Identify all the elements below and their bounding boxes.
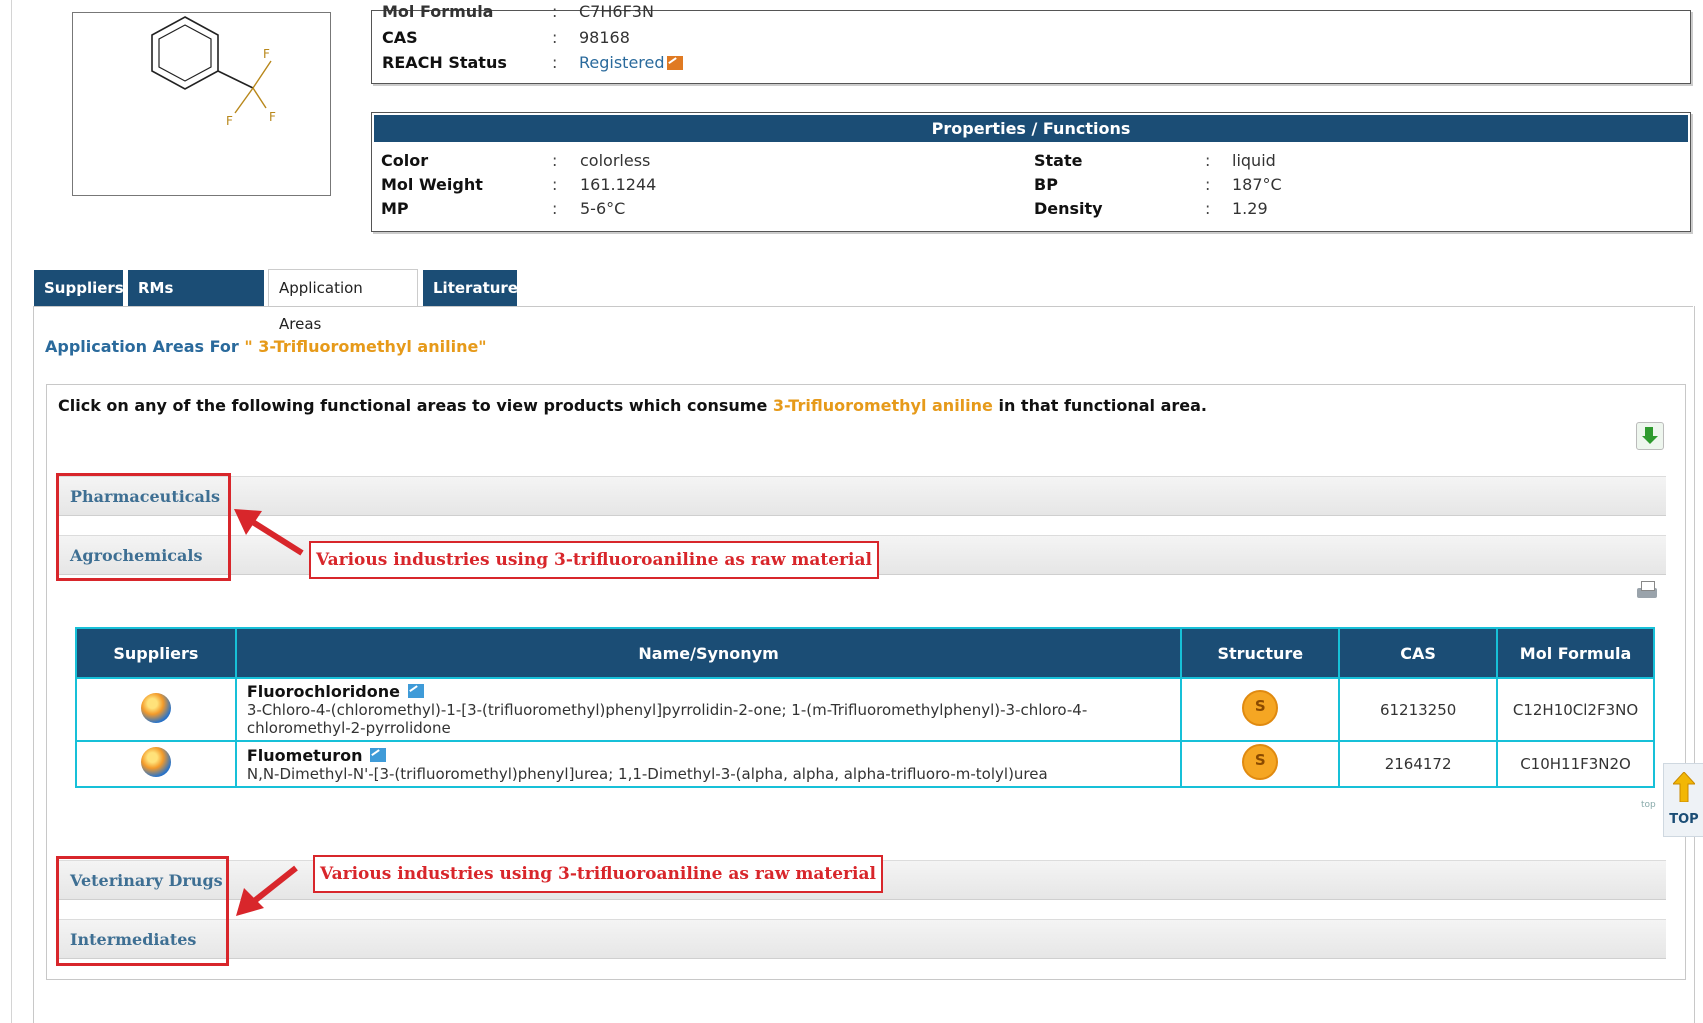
fluorine-label: F (269, 110, 276, 124)
colon: : (552, 2, 558, 18)
heading-prefix: Application Areas For (45, 337, 239, 356)
reach-status-label: REACH Status (382, 53, 507, 72)
product-name[interactable]: Fluometuron (247, 746, 363, 765)
structure-icon[interactable] (1242, 744, 1279, 780)
color-value: colorless (580, 151, 651, 170)
density-label: Density (1034, 199, 1103, 218)
color-label: Color (381, 151, 429, 170)
up-arrow-icon (1673, 772, 1695, 802)
instruction-chemical: 3-Trifluoromethyl aniline (772, 396, 993, 415)
column-header-name[interactable]: Name/Synonym (234, 627, 1183, 679)
fluorine-label: F (263, 47, 270, 61)
suppliers-cell (75, 740, 237, 788)
small-top-link[interactable]: top (1641, 800, 1656, 810)
product-synonyms: 3-Chloro-4-(chloromethyl)-1-[3-(trifluor… (246, 701, 1088, 737)
name-cell: Fluorochloridone 3-Chloro-4-(chloromethy… (234, 677, 1183, 742)
mp-label: MP (381, 199, 409, 218)
instruction-text: Click on any of the following functional… (58, 396, 1207, 415)
properties-title: Properties / Functions (374, 115, 1688, 142)
properties-panel: Properties / Functions Color : colorless… (371, 112, 1691, 232)
column-header-cas[interactable]: CAS (1338, 627, 1499, 679)
annotation-highlight-box (56, 473, 231, 581)
bp-value: 187°C (1232, 175, 1282, 194)
formula-cell: C12H10Cl2F3NO (1496, 677, 1655, 742)
external-link-icon[interactable] (407, 684, 424, 698)
mol-weight-value: 161.1244 (580, 175, 657, 194)
structure-cell (1180, 740, 1341, 788)
mol-weight-label: Mol Weight (381, 175, 483, 194)
print-icon[interactable] (1635, 580, 1659, 602)
external-link-icon[interactable] (370, 747, 387, 762)
colon: : (552, 199, 558, 218)
mol-formula-row-clipped: Mol Formula : C7H6F3N (372, 0, 1690, 18)
tab-suppliers[interactable]: Suppliers (34, 270, 124, 306)
structure-image: F F F (72, 12, 331, 196)
tab-rms-consumed[interactable]: RMs Consumed (128, 270, 264, 333)
download-icon[interactable] (1636, 422, 1664, 450)
annotation-arrow-icon (236, 865, 298, 916)
reach-status-link[interactable]: Registered (579, 53, 683, 72)
colon: : (1205, 175, 1211, 194)
instruction-prefix: Click on any of the following functional… (58, 396, 768, 415)
product-synonyms: N,N-Dimethyl-N'-[3-(trifluoromethyl)phen… (246, 764, 1048, 783)
mp-value: 5-6°C (580, 199, 626, 218)
cas-label: CAS (382, 28, 418, 47)
structure-cell (1180, 677, 1341, 742)
cas-cell: 2164172 (1338, 740, 1499, 788)
table-row: Fluometuron N,N-Dimethyl-N'-[3-(trifluor… (75, 740, 1655, 788)
products-table: Suppliers Name/Synonym Structure CAS Mol… (75, 627, 1655, 788)
annotation-callout: Various industries using 3-trifluoroanil… (309, 541, 879, 579)
identity-panel: Mol Formula : C7H6F3N CAS : 98168 REACH … (371, 2, 1691, 84)
mol-formula-value: C7H6F3N (579, 2, 654, 18)
colon: : (552, 28, 558, 47)
application-areas-heading: Application Areas For " 3-Trifluoromethy… (45, 337, 487, 356)
fluorine-label: F (226, 114, 233, 128)
cas-cell: 61213250 (1338, 677, 1499, 742)
colon: : (552, 175, 558, 194)
colon: : (552, 151, 558, 170)
colon: : (1205, 151, 1211, 170)
benzotrifluoride-structure-drawing: F F F (151, 16, 276, 128)
annotation-highlight-box (56, 856, 229, 966)
column-header-suppliers[interactable]: Suppliers (75, 627, 237, 679)
bp-label: BP (1034, 175, 1058, 194)
mol-formula-label: Mol Formula (382, 2, 494, 18)
external-link-icon[interactable] (666, 56, 683, 70)
top-label: TOP (1669, 812, 1699, 827)
back-to-top-button[interactable]: TOP (1663, 763, 1703, 837)
table-header-row: Suppliers Name/Synonym Structure CAS Mol… (75, 627, 1655, 679)
reach-status-value: Registered (579, 53, 665, 72)
state-value: liquid (1232, 151, 1276, 170)
tab-literature[interactable]: Literature (423, 270, 518, 306)
globe-icon[interactable] (140, 747, 171, 777)
tab-application-areas[interactable]: Application Areas (268, 269, 418, 333)
colon: : (552, 53, 558, 72)
suppliers-cell (75, 677, 237, 742)
table-row: Fluorochloridone 3-Chloro-4-(chloromethy… (75, 677, 1655, 742)
state-label: State (1034, 151, 1083, 170)
colon: : (1205, 199, 1211, 218)
globe-icon[interactable] (140, 692, 171, 723)
annotation-arrow-icon (234, 509, 304, 556)
name-cell: Fluometuron N,N-Dimethyl-N'-[3-(trifluor… (234, 740, 1183, 788)
column-header-formula[interactable]: Mol Formula (1496, 627, 1655, 679)
area-intermediates[interactable]: Intermediates (58, 919, 1666, 959)
structure-icon[interactable] (1242, 689, 1279, 726)
product-name[interactable]: Fluorochloridone (247, 682, 400, 701)
heading-chemical: " 3-Trifluoromethyl aniline" (244, 337, 487, 356)
annotation-callout: Various industries using 3-trifluoroanil… (313, 855, 883, 893)
column-header-structure[interactable]: Structure (1180, 627, 1341, 679)
formula-cell: C10H11F3N2O (1496, 740, 1655, 788)
density-value: 1.29 (1232, 199, 1268, 218)
cas-value: 98168 (579, 28, 630, 47)
instruction-suffix: in that functional area. (998, 396, 1207, 415)
